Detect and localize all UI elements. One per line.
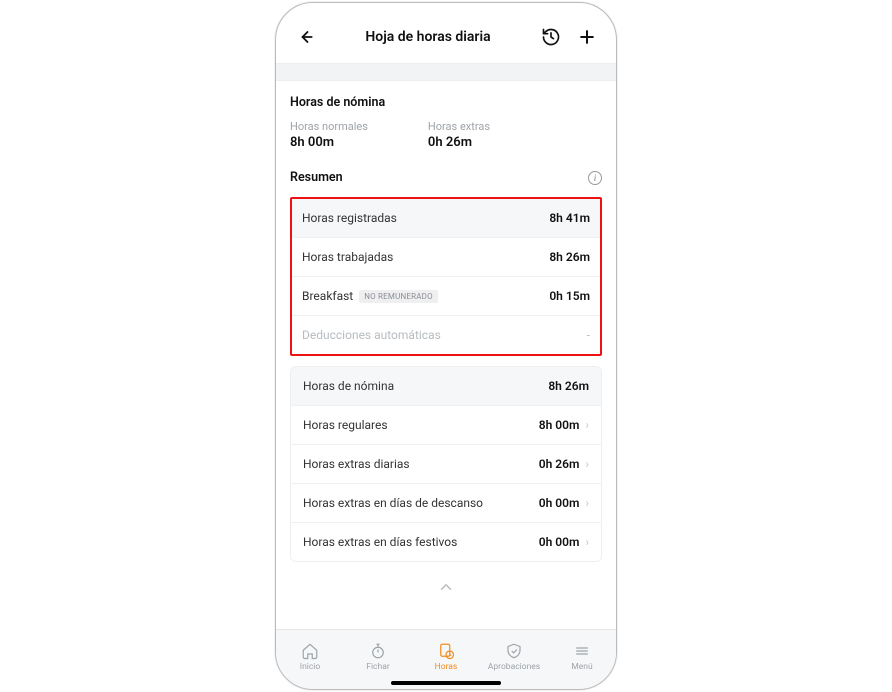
tab-label: Menú	[571, 662, 592, 672]
chevron-right-icon: ›	[585, 535, 589, 549]
breakdown-row-daily-extra[interactable]: Horas extras diarias 0h 26m ›	[291, 445, 601, 484]
app-header: Hoja de horas diaria	[276, 15, 616, 59]
breakdown-row-value: 0h 26m	[539, 457, 580, 471]
extra-hours-value: 0h 26m	[428, 135, 490, 150]
extra-hours-block: Horas extras 0h 26m	[428, 120, 490, 150]
summary-row-label: Horas trabajadas	[302, 250, 393, 264]
breakdown-head-row: Horas de nómina 8h 26m	[291, 367, 601, 406]
add-button[interactable]	[576, 26, 598, 48]
normal-hours-label: Horas normales	[290, 120, 368, 133]
summary-row-label: Horas registradas	[302, 211, 397, 225]
normal-hours-block: Horas normales 8h 00m	[290, 120, 368, 150]
resumen-title: Resumen	[290, 170, 343, 185]
breakdown-row-label: Horas extras en días festivos	[303, 535, 457, 549]
tab-label: Inicio	[300, 662, 320, 672]
separator-bar	[276, 63, 616, 81]
timesheet-icon	[437, 642, 455, 660]
summary-row-label: Deducciones automáticas	[302, 328, 441, 342]
summary-row-deductions: Deducciones automáticas -	[292, 316, 600, 354]
summary-row-value: 0h 15m	[549, 289, 590, 303]
tab-inicio[interactable]: Inicio	[280, 642, 340, 672]
summary-row-value: 8h 26m	[549, 250, 590, 264]
breakdown-row-restday-extra[interactable]: Horas extras en días de descanso 0h 00m …	[291, 484, 601, 523]
summary-row-label: Breakfast	[302, 289, 353, 303]
tab-label: Aprobaciones	[488, 662, 540, 672]
breakdown-row-value: 0h 00m	[539, 535, 580, 549]
chevron-right-icon: ›	[585, 457, 589, 471]
back-button[interactable]	[294, 26, 316, 48]
chevron-right-icon: ›	[585, 496, 589, 510]
shield-check-icon	[505, 642, 523, 660]
resumen-header: Resumen i	[290, 170, 602, 185]
bottom-tab-bar: Inicio Fichar Horas Aprobaciones Menú	[276, 629, 616, 689]
info-icon[interactable]: i	[588, 171, 602, 185]
tab-aprobaciones[interactable]: Aprobaciones	[484, 642, 544, 672]
phone-frame: Hoja de horas diaria Horas de nómina Hor…	[275, 2, 617, 690]
page-title: Hoja de horas diaria	[365, 29, 490, 45]
unpaid-badge: NO REMUNERADO	[359, 290, 438, 303]
main-content: Horas de nómina Horas normales 8h 00m Ho…	[276, 63, 616, 598]
menu-icon	[573, 642, 591, 660]
breakdown-row-label: Horas extras en días de descanso	[303, 496, 483, 510]
summary-row-value: 8h 41m	[549, 211, 590, 225]
summary-row-registered: Horas registradas 8h 41m	[292, 199, 600, 238]
breakdown-head-label: Horas de nómina	[303, 379, 394, 393]
tab-fichar[interactable]: Fichar	[348, 642, 408, 672]
payroll-columns: Horas normales 8h 00m Horas extras 0h 26…	[290, 120, 602, 150]
extra-hours-label: Horas extras	[428, 120, 490, 133]
tab-label: Fichar	[366, 662, 389, 672]
tab-label: Horas	[435, 662, 458, 672]
tab-menu[interactable]: Menú	[552, 642, 612, 672]
breakdown-row-label: Horas regulares	[303, 418, 388, 432]
home-indicator	[391, 681, 501, 685]
summary-row-worked: Horas trabajadas 8h 26m	[292, 238, 600, 277]
breakdown-head-value: 8h 26m	[548, 379, 589, 393]
payroll-section-title: Horas de nómina	[290, 95, 602, 110]
breakdown-row-value: 8h 00m	[539, 418, 580, 432]
breakdown-row-value: 0h 00m	[539, 496, 580, 510]
breakdown-card: Horas de nómina 8h 26m Horas regulares 8…	[290, 366, 602, 562]
stopwatch-icon	[369, 642, 387, 660]
breakdown-row-regular[interactable]: Horas regulares 8h 00m ›	[291, 406, 601, 445]
chevron-right-icon: ›	[585, 418, 589, 432]
summary-row-breakfast: Breakfast NO REMUNERADO 0h 15m	[292, 277, 600, 316]
normal-hours-value: 8h 00m	[290, 135, 368, 150]
breakdown-row-holiday-extra[interactable]: Horas extras en días festivos 0h 00m ›	[291, 523, 601, 561]
tab-horas[interactable]: Horas	[416, 642, 476, 672]
home-icon	[301, 642, 319, 660]
history-button[interactable]	[540, 26, 562, 48]
summary-row-value: -	[587, 328, 590, 342]
breakdown-row-label: Horas extras diarias	[303, 457, 410, 471]
collapse-toggle[interactable]	[290, 574, 602, 598]
highlighted-summary-box: Horas registradas 8h 41m Horas trabajada…	[290, 197, 602, 356]
